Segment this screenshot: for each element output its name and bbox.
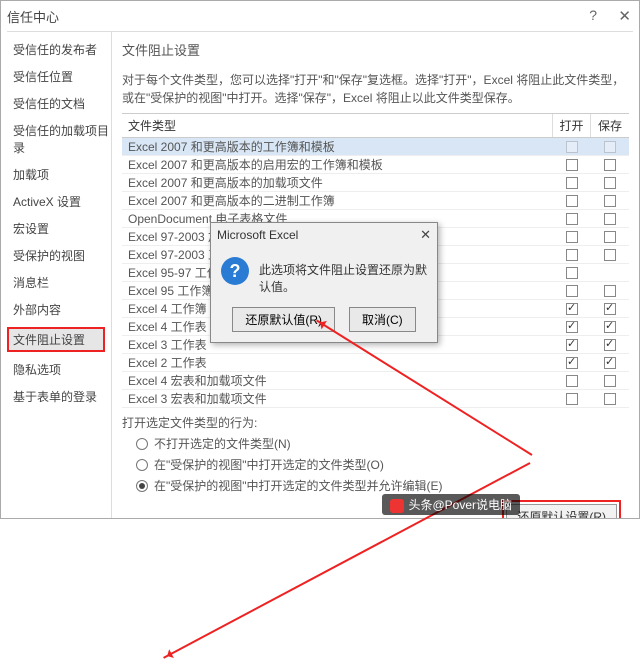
- open-checkbox[interactable]: [566, 339, 578, 351]
- sidebar-item[interactable]: 受信任的文档: [11, 94, 111, 113]
- dialog-body: ? 此选项将文件阻止设置还原为默认值。: [211, 247, 437, 301]
- save-checkbox[interactable]: [604, 321, 616, 333]
- open-checkbox[interactable]: [566, 321, 578, 333]
- radio-option[interactable]: 在"受保护的视图"中打开选定的文件类型并允许编辑(E): [136, 477, 629, 494]
- sidebar-item[interactable]: 受信任位置: [11, 67, 111, 86]
- restore-defaults-button[interactable]: 还原默认设置(R): [506, 504, 617, 518]
- table-row[interactable]: Excel 3 宏表和加载项文件: [122, 390, 629, 408]
- save-checkbox[interactable]: [604, 339, 616, 351]
- sidebar-item[interactable]: 宏设置: [11, 219, 111, 238]
- save-checkbox[interactable]: [604, 285, 616, 297]
- save-checkbox[interactable]: [604, 249, 616, 261]
- question-icon: ?: [221, 257, 249, 285]
- save-checkbox[interactable]: [604, 303, 616, 315]
- radio-option[interactable]: 在"受保护的视图"中打开选定的文件类型(O): [136, 456, 629, 473]
- file-type-label: Excel 2 工作表: [122, 354, 553, 371]
- radio-option[interactable]: 不打开选定的文件类型(N): [136, 435, 629, 452]
- file-type-label: Excel 2007 和更高版本的加载项文件: [122, 174, 553, 191]
- save-checkbox[interactable]: [604, 393, 616, 405]
- sidebar-item[interactable]: ActiveX 设置: [11, 192, 111, 211]
- open-checkbox[interactable]: [566, 159, 578, 171]
- radio-label: 在"受保护的视图"中打开选定的文件类型(O): [154, 456, 384, 473]
- save-checkbox[interactable]: [604, 375, 616, 387]
- open-checkbox[interactable]: [566, 141, 578, 153]
- open-checkbox[interactable]: [566, 213, 578, 225]
- radio-label: 在"受保护的视图"中打开选定的文件类型并允许编辑(E): [154, 477, 443, 494]
- col-save: 保存: [591, 114, 629, 137]
- open-checkbox[interactable]: [566, 285, 578, 297]
- watermark-logo-icon: [390, 499, 404, 513]
- col-file-type: 文件类型: [122, 114, 553, 137]
- highlight-box: 还原默认设置(R): [502, 500, 621, 518]
- sidebar-item[interactable]: 受保护的视图: [11, 246, 111, 265]
- open-checkbox[interactable]: [566, 249, 578, 261]
- file-type-label: Excel 2007 和更高版本的启用宏的工作簿和模板: [122, 156, 553, 173]
- file-type-label: Excel 4 宏表和加载项文件: [122, 372, 553, 389]
- help-icon[interactable]: ?: [589, 7, 597, 23]
- sidebar-item[interactable]: 受信任的发布者: [11, 40, 111, 59]
- save-checkbox[interactable]: [604, 177, 616, 189]
- dialog-title: Microsoft Excel: [217, 228, 298, 242]
- sidebar-item[interactable]: 受信任的加载项目录: [11, 121, 111, 157]
- dialog-titlebar: Microsoft Excel ✕: [211, 223, 437, 247]
- radio-icon: [136, 438, 148, 450]
- open-checkbox[interactable]: [566, 231, 578, 243]
- table-row[interactable]: Excel 2007 和更高版本的二进制工作簿: [122, 192, 629, 210]
- open-checkbox[interactable]: [566, 177, 578, 189]
- table-row[interactable]: Excel 2007 和更高版本的启用宏的工作簿和模板: [122, 156, 629, 174]
- sidebar-item[interactable]: 隐私选项: [11, 360, 111, 379]
- save-checkbox[interactable]: [604, 141, 616, 153]
- open-checkbox[interactable]: [566, 357, 578, 369]
- open-checkbox[interactable]: [566, 375, 578, 387]
- sidebar-item[interactable]: 消息栏: [11, 273, 111, 292]
- sidebar: 受信任的发布者受信任位置受信任的文档受信任的加载项目录加载项 ActiveX 设置…: [1, 32, 111, 518]
- table-header: 文件类型 打开 保存: [122, 114, 629, 138]
- radio-label: 不打开选定的文件类型(N): [154, 435, 291, 452]
- save-checkbox[interactable]: [604, 195, 616, 207]
- sidebar-item[interactable]: 外部内容: [11, 300, 111, 319]
- save-checkbox[interactable]: [604, 213, 616, 225]
- footer: 还原默认设置(R): [122, 494, 629, 518]
- open-checkbox[interactable]: [566, 195, 578, 207]
- close-icon[interactable]: ✕: [618, 7, 631, 25]
- save-checkbox[interactable]: [604, 159, 616, 171]
- sidebar-item[interactable]: 文件阻止设置: [7, 327, 105, 352]
- panel-heading: 文件阻止设置: [122, 40, 629, 59]
- radio-icon: [136, 459, 148, 471]
- radio-icon: [136, 480, 148, 492]
- open-checkbox[interactable]: [566, 303, 578, 315]
- open-checkbox[interactable]: [566, 393, 578, 405]
- save-checkbox[interactable]: [604, 231, 616, 243]
- save-checkbox[interactable]: [604, 357, 616, 369]
- table-row[interactable]: Excel 2007 和更高版本的加载项文件: [122, 174, 629, 192]
- titlebar: 信任中心 ? ✕: [1, 1, 639, 31]
- file-type-label: Excel 2007 和更高版本的工作簿和模板: [122, 138, 553, 155]
- behavior-label: 打开选定文件类型的行为:: [122, 414, 629, 431]
- col-open: 打开: [553, 114, 591, 137]
- dialog-cancel-button[interactable]: 取消(C): [349, 307, 416, 332]
- sidebar-item[interactable]: 加载项: [11, 165, 111, 184]
- file-type-label: Excel 3 宏表和加载项文件: [122, 390, 553, 407]
- panel-description: 对于每个文件类型，您可以选择"打开"和"保存"复选框。选择"打开"，Excel …: [122, 71, 629, 107]
- window-title: 信任中心: [7, 7, 59, 26]
- file-type-label: Excel 2007 和更高版本的二进制工作簿: [122, 192, 553, 209]
- sidebar-item[interactable]: 基于表单的登录: [11, 387, 111, 406]
- table-row[interactable]: Excel 2007 和更高版本的工作簿和模板: [122, 138, 629, 156]
- open-behavior-section: 打开选定文件类型的行为: 不打开选定的文件类型(N) 在"受保护的视图"中打开选定…: [122, 414, 629, 494]
- watermark: 头条@Pover说电脑: [382, 494, 520, 515]
- dialog-message: 此选项将文件阻止设置还原为默认值。: [259, 257, 427, 295]
- open-checkbox[interactable]: [566, 267, 578, 279]
- table-row[interactable]: Excel 4 宏表和加载项文件: [122, 372, 629, 390]
- dialog-close-icon[interactable]: ✕: [420, 227, 431, 243]
